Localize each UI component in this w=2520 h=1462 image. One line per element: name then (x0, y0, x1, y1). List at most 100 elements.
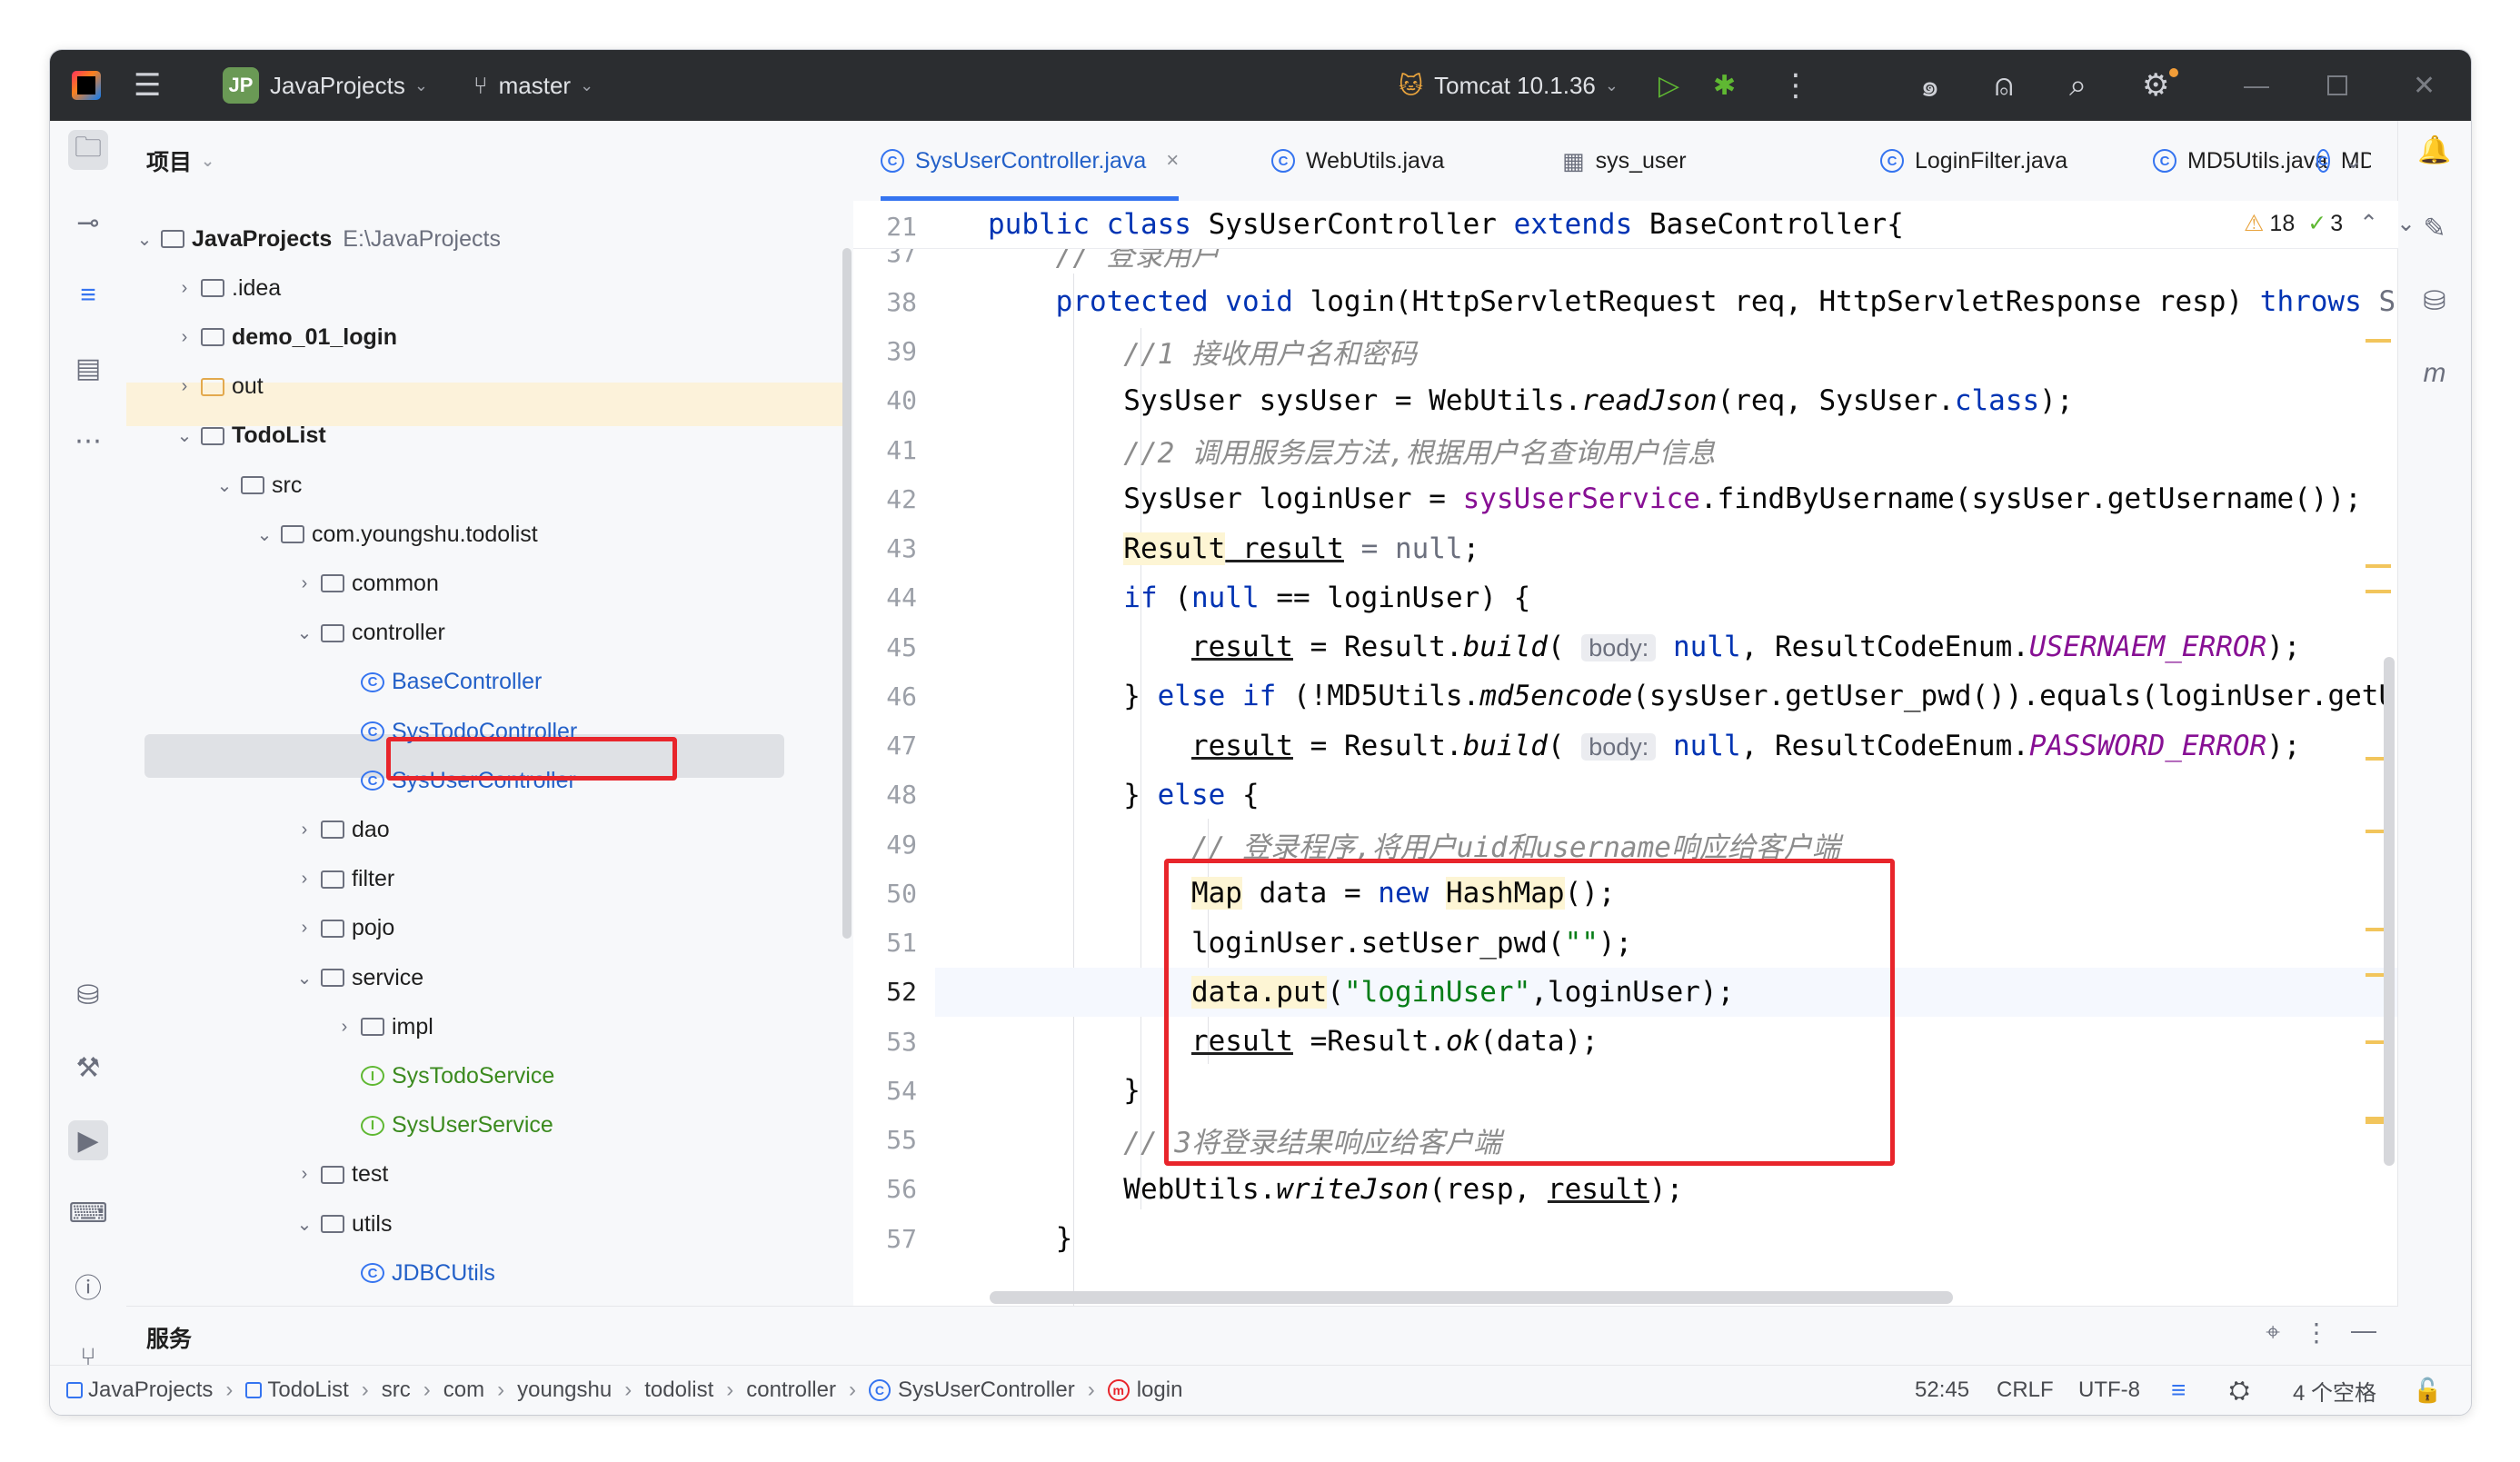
intellij-logo-icon[interactable] (72, 50, 101, 121)
code-line[interactable]: 38 protected void login(HttpServletReque… (853, 277, 2398, 326)
chevron-right-icon[interactable]: › (334, 1017, 355, 1038)
minimize-button[interactable]: — (2244, 50, 2269, 121)
tree-item[interactable]: ⌄ TodoList (126, 414, 326, 458)
chevron-down-icon[interactable]: ⌄ (174, 424, 195, 447)
tree-item[interactable]: › impl (126, 1005, 433, 1049)
tree-item[interactable]: ⌄ com.youngshu.todolist (126, 512, 538, 556)
code-line[interactable]: 57 } (853, 1214, 2398, 1263)
breadcrumb-item[interactable]: com (443, 1377, 484, 1403)
terminal-tool-icon[interactable]: ⌨ (68, 1193, 108, 1233)
code-line[interactable]: 41 //2 调用服务层方法,根据用户名查询用户信息 (853, 425, 2398, 474)
tree-item[interactable]: › dao (126, 808, 390, 851)
close-button[interactable]: ✕ (2413, 50, 2435, 121)
services-tool-icon[interactable]: ▶ (68, 1120, 108, 1160)
tree-item[interactable]: I SysTodoService (126, 1054, 554, 1098)
problems-tool-icon[interactable]: ⓘ (68, 1266, 108, 1306)
code-line[interactable]: 43 Result result = null; (853, 524, 2398, 573)
main-menu-icon[interactable]: ☰ (134, 50, 161, 121)
chevron-down-icon[interactable]: ⌄ (254, 523, 275, 546)
close-icon[interactable]: × (1166, 148, 1179, 174)
run-button[interactable]: ▷ (1658, 50, 1679, 121)
ai-chat-icon[interactable]: ✎ (2415, 208, 2455, 248)
tree-item[interactable]: ⌄ service (126, 956, 424, 1000)
search-button[interactable]: ⌕ (2069, 50, 2087, 121)
ai-assistant-button[interactable]: ๑ (1920, 50, 1940, 121)
breadcrumb-item[interactable]: JavaProjects (88, 1377, 213, 1403)
database-icon[interactable]: ⛁ (2415, 281, 2455, 321)
settings-button[interactable]: ⚙ (2142, 50, 2178, 121)
editor-tab[interactable]: C SysUserController.java × (881, 121, 1180, 201)
breadcrumb-item[interactable]: SysUserController (898, 1377, 1075, 1403)
debug-button[interactable]: ✱ (1713, 50, 1736, 121)
code-line[interactable]: 40 SysUser sysUser = WebUtils.readJson(r… (853, 376, 2398, 425)
sticky-header-line[interactable]: 21 public class SysUserController extend… (853, 201, 2415, 249)
chevron-down-icon[interactable]: ⌄ (294, 1213, 315, 1236)
more-actions-button[interactable]: ⋮ (1780, 50, 1811, 121)
chevron-down-icon[interactable]: ⌄ (214, 474, 235, 497)
tree-item[interactable]: › out (126, 365, 264, 409)
chevron-down-icon[interactable]: ⌄ (294, 622, 315, 644)
code-line[interactable]: 46 } else if (!MD5Utils.md5encode(sysUse… (853, 671, 2398, 721)
editor-tab[interactable]: ▦ sys_user (1562, 121, 1687, 201)
chevron-right-icon[interactable]: › (174, 376, 195, 397)
project-tool-icon[interactable]: 🗀 (68, 130, 108, 170)
code-line[interactable]: 42 SysUser loginUser = sysUserService.fi… (853, 474, 2398, 523)
chevron-right-icon[interactable]: › (174, 278, 195, 299)
bookmarks-tool-icon[interactable]: ▤ (68, 348, 108, 388)
project-scrollbar[interactable] (842, 248, 852, 939)
project-selector[interactable]: JP JavaProjects ⌄ (223, 50, 428, 121)
code-line[interactable]: 39 //1 接收用户名和密码 (853, 327, 2398, 376)
line-separator[interactable]: CRLF (1997, 1366, 2054, 1415)
notifications-bell-icon[interactable]: 🔔 (2415, 130, 2455, 170)
breadcrumb-item[interactable]: todolist (644, 1377, 713, 1403)
chevron-right-icon[interactable]: › (294, 869, 315, 890)
tree-item[interactable]: I SysUserService (126, 1104, 553, 1148)
tree-item[interactable]: ⌄ src (126, 463, 303, 507)
tree-item[interactable]: › filter (126, 858, 395, 901)
caret-position[interactable]: 52:45 (1915, 1366, 1969, 1415)
tree-item[interactable]: › test (126, 1153, 389, 1197)
maven-icon[interactable]: m (2415, 353, 2455, 393)
tree-item[interactable]: ⌄ JavaProjects E:\JavaProjects (126, 217, 501, 261)
breadcrumb-item[interactable]: TodoList (267, 1377, 348, 1403)
project-panel-header[interactable]: 项目 ⌄ (146, 121, 214, 201)
chevron-right-icon[interactable]: › (294, 573, 315, 594)
code-line[interactable]: 45 result = Result.build( body: null, Re… (853, 622, 2398, 671)
inspection-widget[interactable]: ⚠ 18 ✓ 3 ⌃ ⌄ (2244, 210, 2415, 237)
chevron-down-icon[interactable]: ⌄ (2396, 210, 2415, 237)
tree-item[interactable]: › demo_01_login (126, 315, 397, 359)
structure-flow-icon[interactable]: ≡ (68, 275, 108, 315)
file-encoding[interactable]: UTF-8 (2078, 1366, 2140, 1415)
hide-panel-icon[interactable]: — (2351, 1316, 2376, 1345)
chevron-down-icon[interactable]: ⌄ (294, 967, 315, 990)
code-line[interactable]: 44 if (null == loginUser) { (853, 573, 2398, 622)
more-tools-icon[interactable]: ⋯ (68, 421, 108, 461)
lock-icon[interactable]: 🔓 (2413, 1366, 2442, 1415)
code-line[interactable]: 48 } else { (853, 771, 2398, 820)
breadcrumb-item[interactable]: controller (746, 1377, 836, 1403)
chevron-up-icon[interactable]: ⌃ (2359, 210, 2378, 237)
editor-horizontal-scrollbar[interactable] (990, 1291, 1953, 1304)
tree-item[interactable]: › .idea (126, 266, 282, 310)
tree-item[interactable]: ⌄ utils (126, 1202, 393, 1246)
editor-tab[interactable]: C MD5Utils.java (2153, 121, 2327, 201)
breadcrumb-item[interactable]: youngshu (517, 1377, 612, 1403)
chevron-right-icon[interactable]: › (294, 820, 315, 840)
breadcrumb-item[interactable]: src (382, 1377, 411, 1403)
code-line[interactable]: 56 WebUtils.writeJson(resp, result); (853, 1165, 2398, 1214)
build-hammer-icon[interactable]: ⚒ (68, 1048, 108, 1088)
chevron-down-icon[interactable]: ⌄ (134, 228, 155, 251)
chevron-right-icon[interactable]: › (294, 918, 315, 939)
flow-icon[interactable]: ≡ (2171, 1366, 2186, 1415)
tree-item[interactable]: › pojo (126, 907, 395, 950)
tree-item[interactable]: ⌄ controller (126, 612, 445, 655)
tabs-overflow-button[interactable]: ⌄ (2344, 121, 2363, 201)
commit-tool-icon[interactable]: ⊸ (68, 203, 108, 243)
database-tool-icon[interactable]: ⛁ (68, 975, 108, 1015)
editor-tab[interactable]: C LoginFilter.java (1880, 121, 2067, 201)
inspection-profile-icon[interactable]: ⛭ (2229, 1366, 2249, 1415)
more-vertical-icon[interactable]: ⋮ (2304, 1318, 2329, 1348)
run-config-selector[interactable]: 🐱 Tomcat 10.1.36 ⌄ (1399, 50, 1619, 121)
code-line[interactable]: 47 result = Result.build( body: null, Re… (853, 721, 2398, 771)
chevron-right-icon[interactable]: › (174, 327, 195, 348)
